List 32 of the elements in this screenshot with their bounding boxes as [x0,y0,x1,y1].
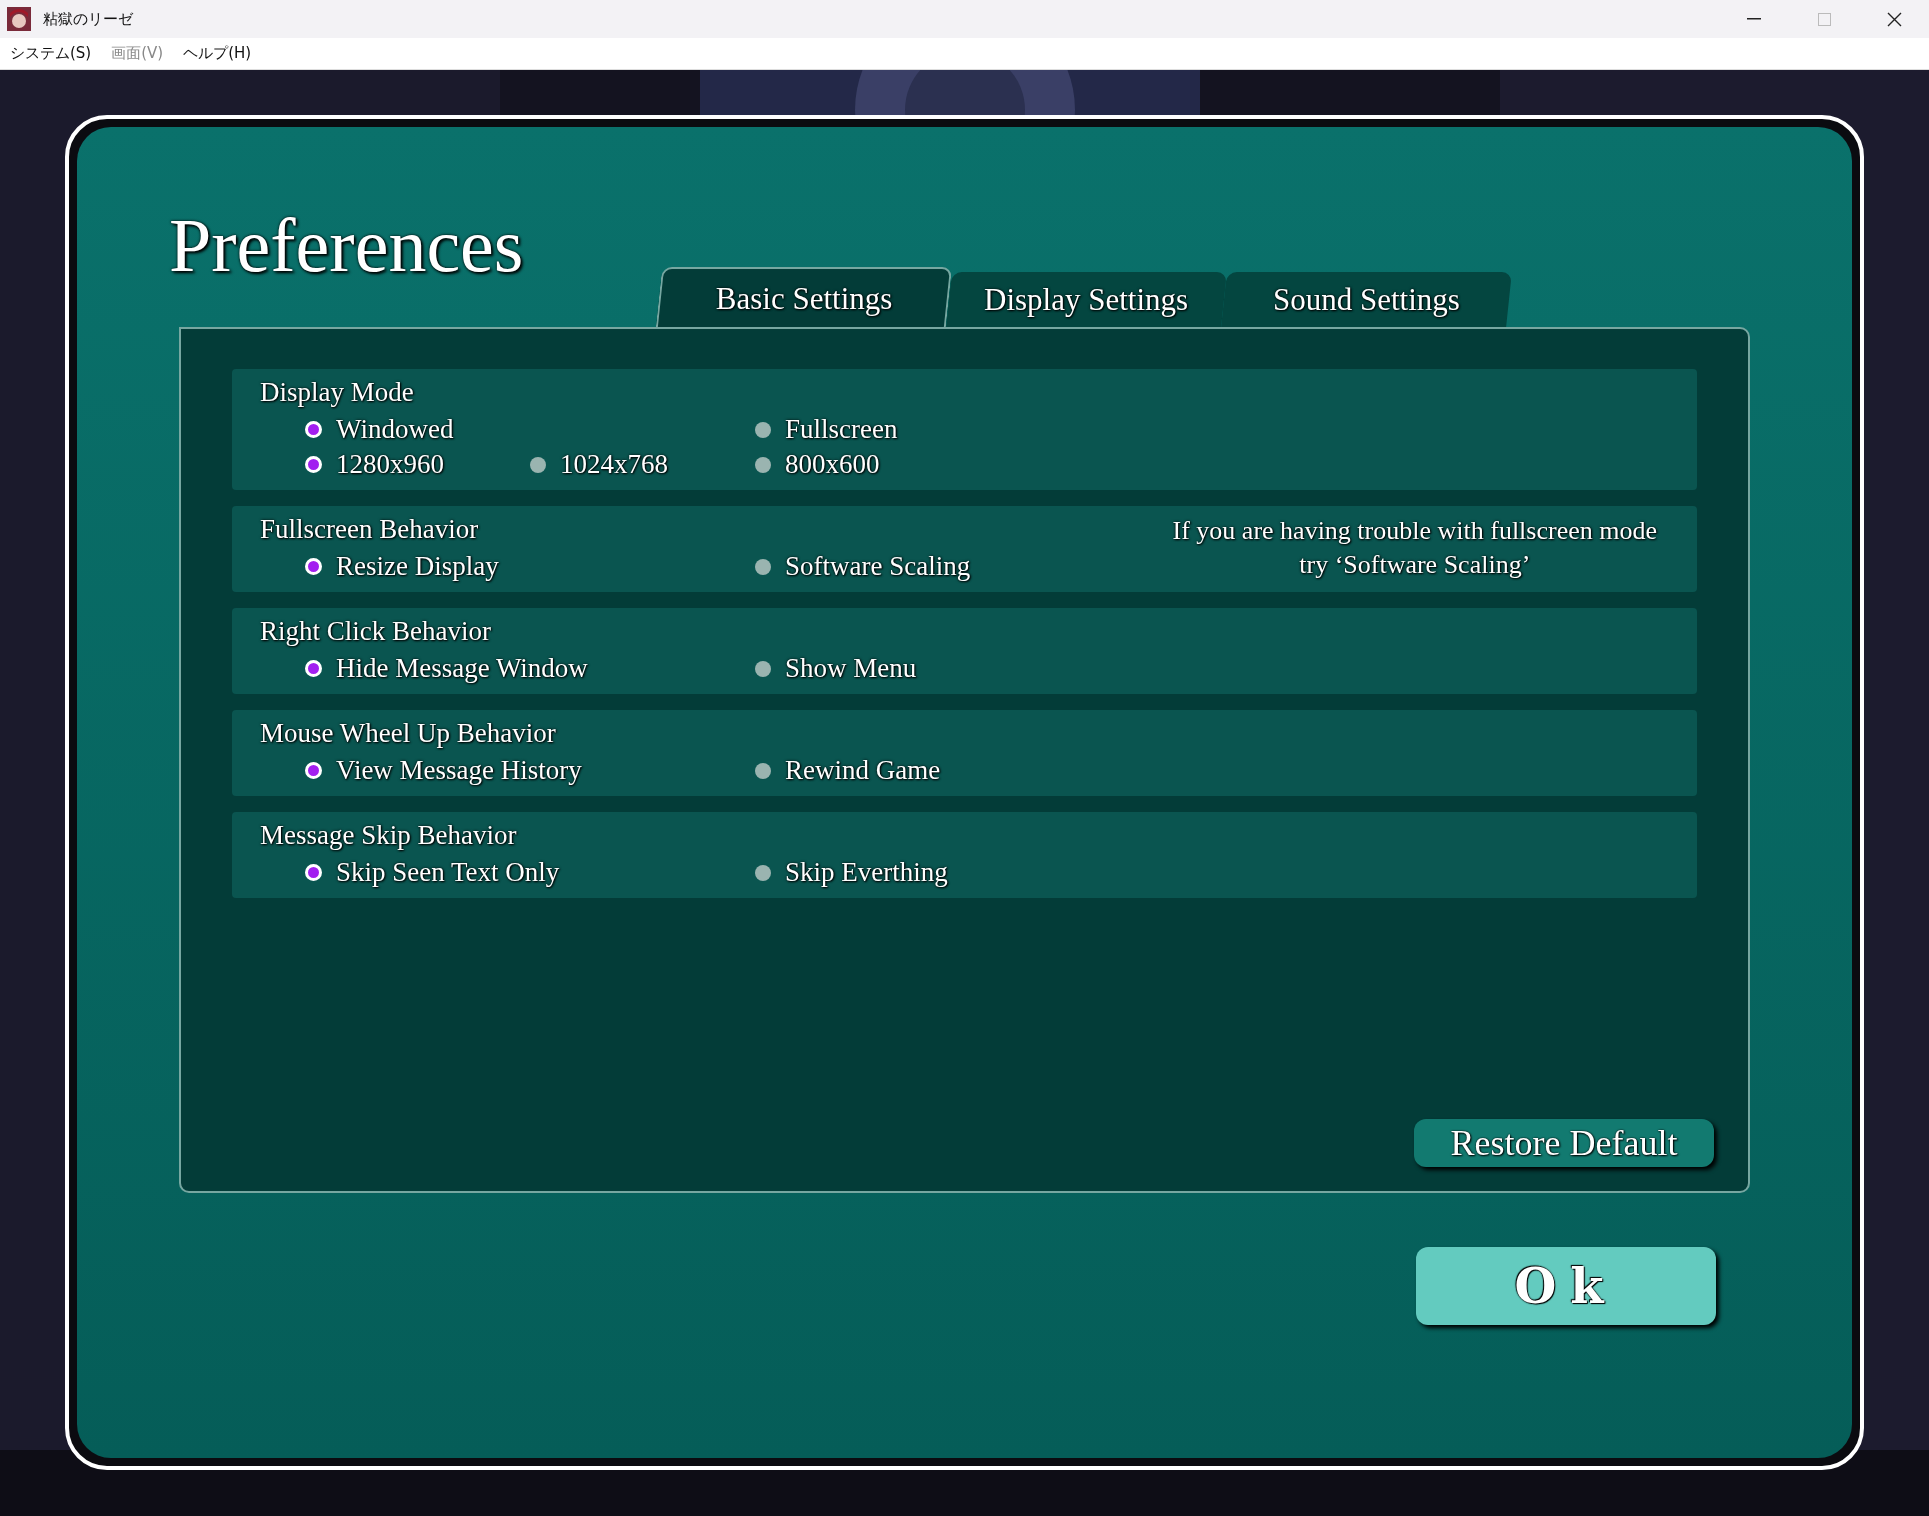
group-heading: Message Skip Behavior [260,822,517,849]
radio-option[interactable]: Hide Message Window [305,655,588,682]
hint-text: try ‘Software Scaling’ [1299,552,1531,578]
group-heading: Mouse Wheel Up Behavior [260,720,556,747]
group-heading: Display Mode [260,379,414,406]
hint-text: If you are having trouble with fullscreen mode [1172,518,1657,544]
radio-option[interactable]: Skip Everthing [755,859,948,886]
menu-item[interactable]: ヘルプ(H) [183,42,252,65]
window-title: 粘獄のリーゼ [43,8,133,30]
group-heading: Right Click Behavior [260,618,491,645]
radio-option[interactable]: 1024x768 [530,451,668,478]
app-icon [7,7,31,31]
menu-item[interactable]: システム(S) [10,42,92,65]
radio-option[interactable]: Software Scaling [755,553,971,580]
radio-option[interactable]: 800x600 [755,451,880,478]
settings-tab[interactable]: Sound Settings [1221,272,1512,327]
radio-option[interactable]: Windowed [305,416,454,443]
radio-option[interactable]: View Message History [305,757,582,784]
close-icon [1886,11,1902,27]
radio-option[interactable]: 1280x960 [305,451,444,478]
settings-tab[interactable]: Basic Settings [655,267,953,327]
radio-option[interactable]: Skip Seen Text Only [305,859,560,886]
radio-option[interactable]: Show Menu [755,655,917,682]
minimize-icon [1747,18,1761,20]
group-heading: Fullscreen Behavior [260,516,479,543]
preferences-heading: Preferences [169,207,524,289]
radio-option[interactable]: Resize Display [305,553,499,580]
maximize-icon [1817,12,1831,26]
settings-tab[interactable]: Display Settings [946,272,1227,327]
restore-default-button[interactable]: Restore Default [1414,1119,1714,1167]
radio-option[interactable]: Rewind Game [755,757,941,784]
radio-option[interactable]: Fullscreen [755,416,898,443]
